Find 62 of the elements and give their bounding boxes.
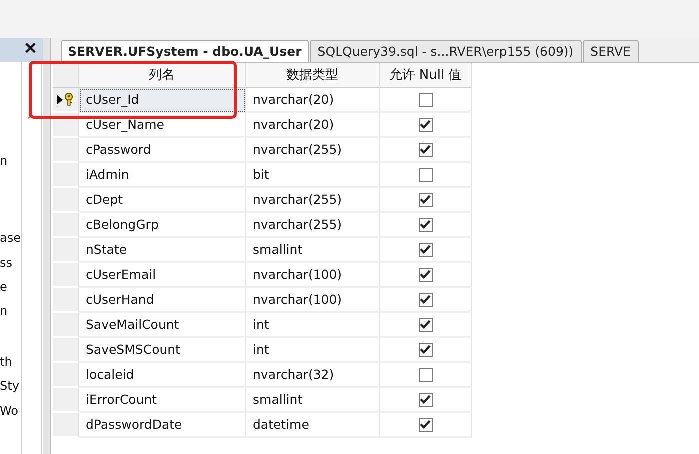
table-cell[interactable]: iErrorCount bbox=[79, 388, 246, 413]
column-header[interactable]: 数据类型 bbox=[246, 63, 380, 88]
table-cell[interactable]: cUserHand bbox=[79, 288, 246, 313]
row-header bbox=[53, 63, 79, 88]
table-cell[interactable]: cDept bbox=[79, 188, 246, 213]
current-row-icon bbox=[57, 94, 63, 104]
scrollbar[interactable] bbox=[21, 62, 42, 454]
document-tab[interactable]: SQLQuery39.sql - s...RVER\erp155 (609)) bbox=[310, 40, 582, 62]
tree-item[interactable]: ss bbox=[0, 256, 13, 270]
table-cell[interactable]: nvarchar(32) bbox=[246, 363, 380, 388]
tree-item[interactable]: Wo bbox=[0, 404, 19, 418]
table-cell[interactable]: int bbox=[246, 313, 380, 338]
row-header[interactable] bbox=[53, 88, 79, 113]
close-button[interactable]: ✕ bbox=[22, 42, 39, 58]
table-cell[interactable]: cPassword bbox=[79, 138, 246, 163]
table-cell[interactable]: cUser_Name bbox=[79, 113, 246, 138]
tree-item[interactable]: ase bbox=[0, 231, 21, 245]
column-header[interactable]: 允许 Null 值 bbox=[380, 63, 472, 88]
checkbox[interactable] bbox=[418, 242, 432, 256]
checkbox[interactable] bbox=[418, 192, 432, 206]
table-cell[interactable]: dPasswordDate bbox=[79, 413, 246, 438]
table-cell[interactable]: bit bbox=[246, 163, 380, 188]
table-cell[interactable]: nvarchar(255) bbox=[246, 213, 380, 238]
checkbox[interactable] bbox=[418, 342, 432, 356]
table-cell[interactable]: cUserEmail bbox=[79, 263, 246, 288]
checkbox[interactable] bbox=[418, 418, 432, 432]
checkbox[interactable] bbox=[418, 168, 432, 182]
table-cell[interactable]: datetime bbox=[246, 413, 380, 438]
tree-item[interactable]: Sty bbox=[0, 379, 20, 393]
table-cell[interactable]: cBelongGrp bbox=[79, 213, 246, 238]
table-cell[interactable]: nvarchar(255) bbox=[246, 188, 380, 213]
table-cell[interactable]: nvarchar(100) bbox=[246, 263, 380, 288]
document-tab[interactable]: SERVE bbox=[582, 40, 639, 62]
table-cell[interactable]: SaveSMSCount bbox=[79, 338, 246, 363]
table-cell[interactable]: nState bbox=[79, 238, 246, 263]
table-cell[interactable]: nvarchar(255) bbox=[246, 138, 380, 163]
table-cell[interactable]: smallint bbox=[246, 388, 380, 413]
checkbox[interactable] bbox=[418, 142, 432, 156]
checkbox[interactable] bbox=[418, 318, 432, 332]
table-cell[interactable]: nvarchar(100) bbox=[246, 288, 380, 313]
document-tab[interactable]: SERVER.UFSystem - dbo.UA_User bbox=[61, 40, 309, 62]
table-cell[interactable]: SaveMailCount bbox=[79, 313, 246, 338]
table-cell[interactable]: nvarchar(20) bbox=[246, 88, 380, 113]
tree-item[interactable]: n bbox=[0, 304, 8, 318]
checkbox[interactable] bbox=[418, 118, 432, 132]
checkbox[interactable] bbox=[418, 368, 432, 382]
checkbox[interactable] bbox=[418, 218, 432, 232]
column-header[interactable]: 列名 bbox=[79, 63, 246, 88]
tree-item[interactable]: e bbox=[0, 280, 8, 294]
checkbox[interactable] bbox=[418, 92, 432, 106]
tree-item[interactable]: th bbox=[0, 355, 12, 369]
checkbox[interactable] bbox=[418, 268, 432, 282]
table-cell[interactable]: nvarchar(20) bbox=[246, 113, 380, 138]
checkbox[interactable] bbox=[418, 392, 432, 406]
tree-item[interactable]: n bbox=[0, 154, 8, 168]
key-icon bbox=[64, 93, 74, 106]
table-cell[interactable]: localeid bbox=[79, 363, 246, 388]
table-cell[interactable]: cUser_Id bbox=[79, 88, 246, 113]
table-cell[interactable]: iAdmin bbox=[79, 163, 246, 188]
table-cell[interactable]: int bbox=[246, 338, 380, 363]
table-cell[interactable]: smallint bbox=[246, 238, 380, 263]
checkbox[interactable] bbox=[418, 292, 432, 306]
